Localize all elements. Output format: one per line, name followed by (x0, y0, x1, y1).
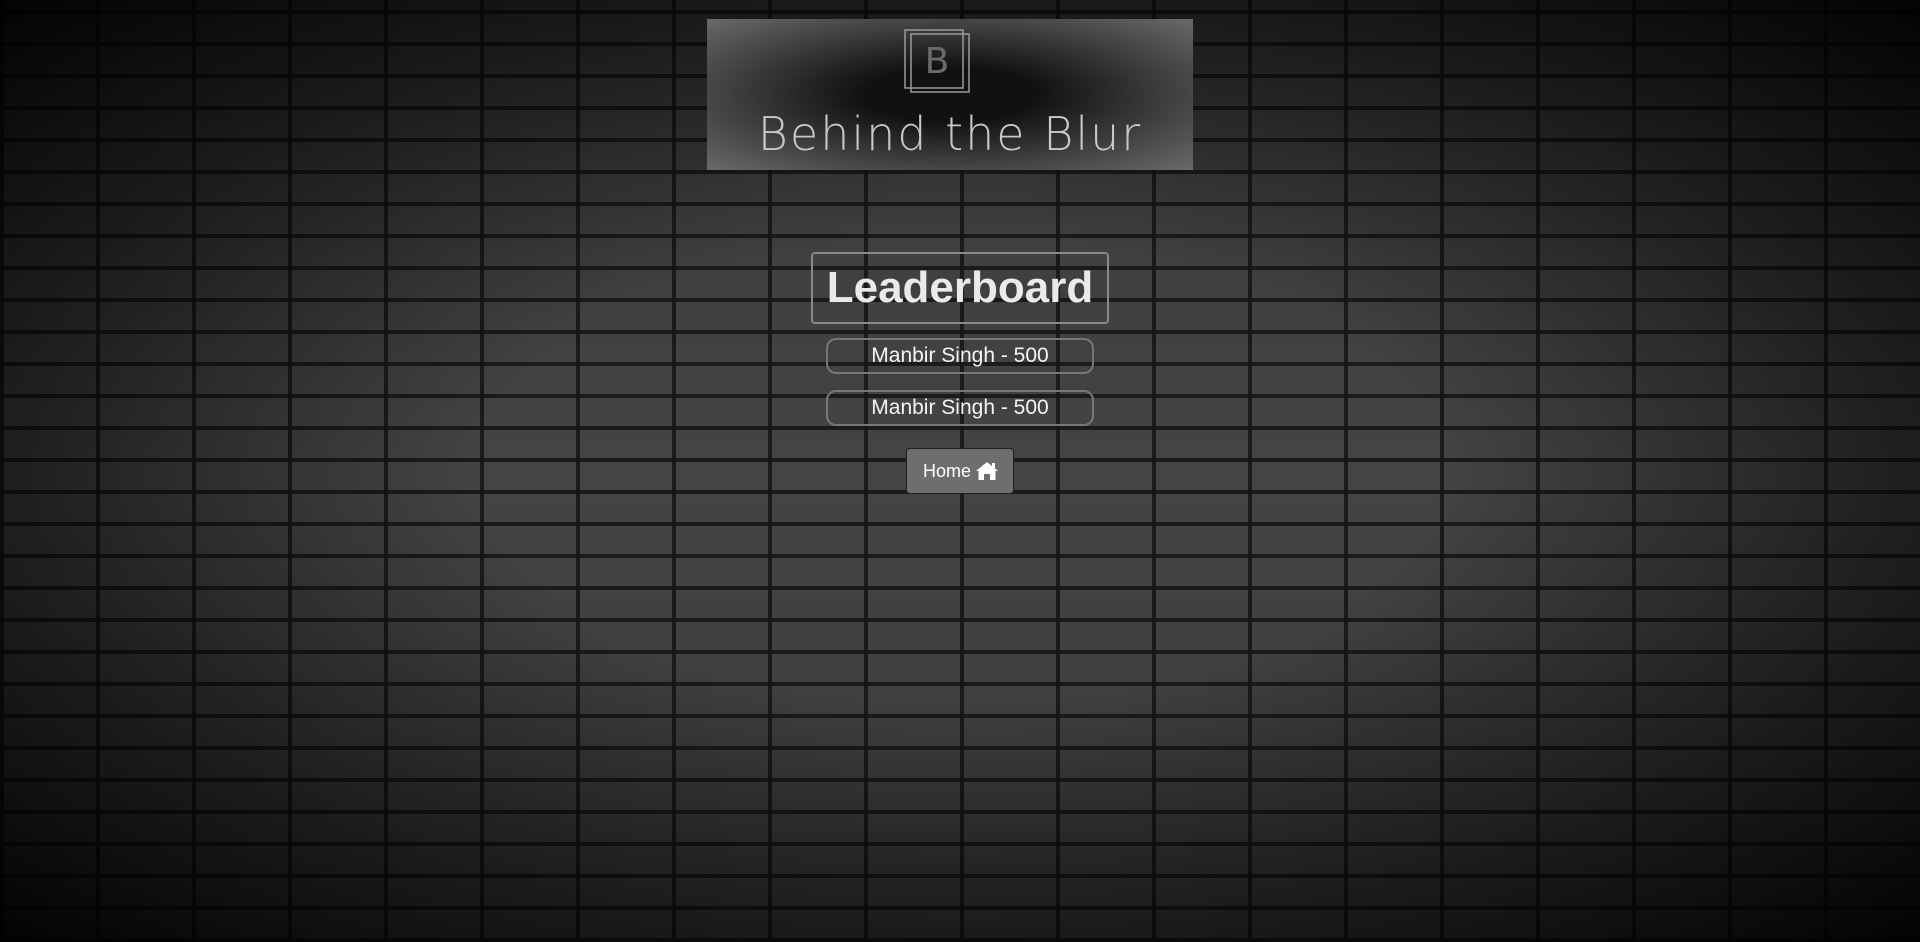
logo-letter: B (925, 41, 950, 82)
home-icon (976, 462, 998, 480)
leaderboard-section: Leaderboard Manbir Singh - 500 Manbir Si… (0, 252, 1920, 494)
logo-mark-icon: B (904, 29, 970, 93)
home-button-label: Home (922, 460, 971, 481)
leaderboard-entry: Manbir Singh - 500 (826, 338, 1094, 374)
logo-text: Behind the Blur (757, 107, 1143, 161)
site-logo: B Behind the Blur (707, 19, 1193, 170)
leaderboard-entry: Manbir Singh - 500 (826, 390, 1094, 426)
home-button[interactable]: Home (905, 448, 1014, 494)
page-title: Leaderboard (810, 252, 1110, 324)
